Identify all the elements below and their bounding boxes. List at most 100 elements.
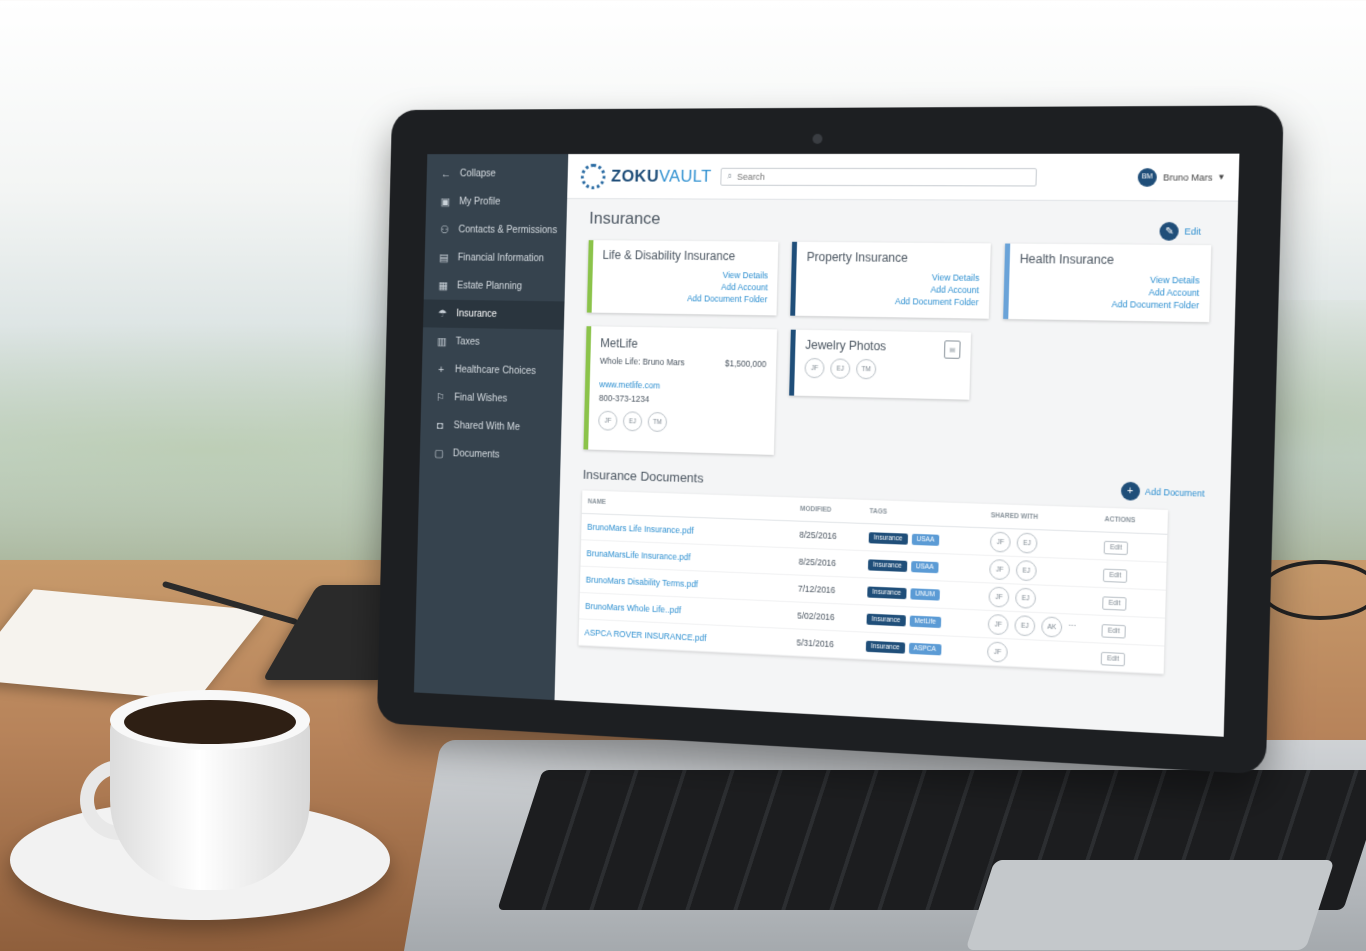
shared-user-chip[interactable]: JF [988,614,1009,635]
edit-button[interactable]: ✎ Edit [1160,222,1201,241]
app-screen: ← Collapse ▣ My Profile ⚇ Contacts & Per… [414,154,1239,737]
edit-row-button[interactable]: Edit [1101,652,1126,667]
tag-badge[interactable]: Insurance [867,614,906,627]
shared-cell: JF [981,638,1095,671]
document-count-icon: ▤ [944,340,961,359]
shared-user-chip[interactable]: JF [989,559,1010,580]
sidebar: ← Collapse ▣ My Profile ⚇ Contacts & Per… [414,154,568,700]
actions-cell: Edit [1097,532,1167,562]
folder-card-jewelry[interactable]: Jewelry Photos ▤ JF EJ TM [789,330,971,400]
edit-row-button[interactable]: Edit [1103,569,1128,583]
chevron-down-icon: ▾ [1219,171,1224,182]
user-menu[interactable]: BM Bruno Mars ▾ [1138,168,1225,187]
shared-with-chips: JF EJ TM [598,411,765,435]
shared-user-chip[interactable]: EJ [1016,560,1037,581]
sidebar-item-insurance[interactable]: ☂ Insurance [423,299,565,329]
pencil-icon: ✎ [1160,222,1180,241]
tag-badge[interactable]: MetLife [909,616,941,629]
account-cards: MetLife Whole Life: Bruno Mars $1,500,00… [583,326,1208,467]
category-card-health[interactable]: Health Insurance View Details Add Accoun… [1003,244,1211,323]
sidebar-item-label: Contacts & Permissions [458,225,557,236]
sidebar-item-contacts[interactable]: ⚇ Contacts & Permissions [425,216,567,245]
page-title: Insurance [589,209,1212,233]
shared-user-chip[interactable]: EJ [830,358,850,378]
edit-row-button[interactable]: Edit [1104,541,1129,555]
tag-badge[interactable]: Insurance [869,532,908,545]
shared-user-chip[interactable]: JF [598,411,617,431]
tax-icon: ▥ [435,335,448,348]
shared-icon: ◘ [433,419,446,431]
chart-icon: ▤ [437,251,450,264]
documents-title: Insurance Documents [583,466,704,485]
add-document-folder-link[interactable]: Add Document Folder [601,291,767,305]
sidebar-item-label: Final Wishes [454,393,507,405]
sidebar-item-shared[interactable]: ◘ Shared With Me [420,411,561,443]
tag-badge[interactable]: Insurance [868,559,907,572]
sidebar-item-taxes[interactable]: ▥ Taxes [422,327,564,358]
shared-user-chip[interactable]: EJ [1014,615,1035,636]
avatar: BM [1138,168,1157,187]
add-document-label: Add Document [1145,486,1205,498]
category-cards: Life & Disability Insurance View Details… [587,240,1211,322]
edit-row-button[interactable]: Edit [1102,596,1127,610]
sidebar-item-label: Insurance [456,309,497,320]
sidebar-item-label: My Profile [459,197,500,208]
edit-row-button[interactable]: Edit [1101,624,1126,638]
column-header-actions: Actions [1098,508,1168,535]
tag-badge[interactable]: ASPCA [908,643,941,656]
shared-user-chip[interactable]: EJ [1015,588,1036,609]
logo-text: ZOKUVAULT [611,166,712,186]
search-box[interactable]: ⌕ [720,167,1037,186]
actions-cell: Edit [1096,587,1166,618]
sidebar-item-healthcare[interactable]: + Healthcare Choices [422,355,563,386]
search-input[interactable] [737,171,1017,182]
sidebar-item-estate[interactable]: ▦ Estate Planning [424,272,566,302]
tag-badge[interactable]: USAA [911,561,939,573]
category-card-property[interactable]: Property Insurance View Details Add Acco… [791,242,991,319]
webcam [812,134,822,144]
sidebar-item-final-wishes[interactable]: ⚐ Final Wishes [421,383,562,415]
add-document-folder-link[interactable]: Add Document Folder [806,294,979,308]
category-card-life[interactable]: Life & Disability Insurance View Details… [587,240,779,315]
tag-badge[interactable]: USAA [911,534,939,546]
shared-user-chip[interactable]: JF [987,641,1008,662]
shared-user-chip[interactable]: TM [856,359,876,380]
column-header-modified[interactable]: Modified [794,498,864,524]
zokuvault-logo[interactable]: ZOKUVAULT [581,163,721,189]
account-card-metlife[interactable]: MetLife Whole Life: Bruno Mars $1,500,00… [583,326,777,455]
add-document-folder-link[interactable]: Add Document Folder [1018,297,1199,312]
collapse-label: Collapse [460,169,496,180]
tag-badge[interactable]: Insurance [866,641,905,654]
sidebar-item-label: Estate Planning [457,281,522,292]
page-content: Insurance ✎ Edit Life & Disability Insur… [556,199,1238,678]
sidebar-item-label: Taxes [456,337,480,348]
profile-icon: ▣ [439,196,452,209]
sidebar-item-my-profile[interactable]: ▣ My Profile [426,188,568,217]
shared-user-chip[interactable]: EJ [1016,533,1037,554]
shared-user-chip[interactable]: EJ [623,411,643,431]
add-document-button[interactable]: + Add Document [1121,482,1205,503]
shared-user-chip[interactable]: TM [648,412,668,432]
documents-table: Name Modified Tags Shared With Actions B… [578,490,1168,674]
tag-badge[interactable]: UNUM [910,588,940,600]
modified-date: 8/25/2016 [793,521,863,551]
sidebar-item-financial[interactable]: ▤ Financial Information [424,244,566,274]
shared-user-chip[interactable]: JF [990,532,1011,553]
shared-cell: JF EJ [984,528,1098,560]
sidebar-item-documents[interactable]: ▢ Documents [420,439,561,471]
modified-date: 7/12/2016 [792,575,862,605]
category-title: Life & Disability Insurance [602,248,768,263]
account-url-link[interactable]: www.metlife.com [599,379,766,393]
coffee [124,700,296,744]
tag-badge[interactable]: Insurance [867,586,906,599]
more-shared-indicator[interactable]: ... [1068,617,1076,638]
modified-date: 5/02/2016 [791,602,861,632]
collapse-button[interactable]: ← Collapse [426,160,568,188]
account-phone: 800-373-1234 [599,393,766,407]
laptop-trackpad [965,860,1334,950]
shared-user-chip[interactable]: AK [1041,616,1062,637]
plus-icon: + [435,364,448,376]
shared-user-chip[interactable]: JF [988,586,1009,607]
modified-date: 5/31/2016 [790,629,860,659]
shared-user-chip[interactable]: JF [804,358,824,378]
